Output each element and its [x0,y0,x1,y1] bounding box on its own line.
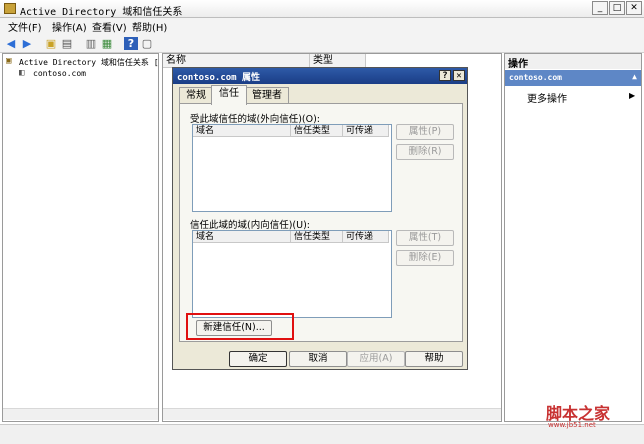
ad-root-icon: ▣ [6,56,12,66]
dialog-titlebar: contoso.com 属性 ? ✕ [173,68,467,84]
forward-arrow-icon[interactable]: ▶ [20,37,34,50]
tree-pane: ▣ Active Directory 域和信任关系 [ ◧ contoso.co… [2,53,159,422]
dialog-close-button[interactable]: ✕ [453,70,465,81]
dialog-title: contoso.com 属性 [177,73,261,83]
toolbar: ◀ ▶ ▣ ▤ ▥ ▦ ? ▢ [0,35,644,53]
menu-help[interactable]: 帮助(H) [132,19,167,34]
apply-button[interactable]: 应用(A) [347,351,405,367]
tab-trusts[interactable]: 信任 [211,85,247,105]
collapse-icon[interactable]: ▲ [632,72,637,81]
help-icon[interactable]: ? [124,37,138,50]
incoming-remove-button[interactable]: 删除(E) [396,250,454,266]
minimize-button[interactable]: _ [592,1,608,15]
domain-icon: ◧ [19,68,25,78]
incoming-trusts-list[interactable]: 域名 信任类型 可传递 [192,230,392,318]
outgoing-properties-button[interactable]: 属性(P) [396,124,454,140]
mmc-view-icon[interactable]: ▢ [140,37,154,50]
window-title: Active Directory 域和信任关系 [20,7,183,18]
menu-action[interactable]: 操作(A) [52,19,87,34]
tab-general[interactable]: 常规 [179,87,213,104]
incoming-trusts-label: 信任此域的域(内向信任)(U): [190,220,310,231]
show-tree-icon[interactable]: ▤ [60,37,74,50]
list-scrollbar[interactable] [163,408,501,420]
new-trust-highlight [186,313,294,340]
outgoing-trusts-label: 受此域信任的域(外向信任)(O): [190,114,321,125]
more-actions[interactable]: 更多操作 [527,90,567,105]
incoming-col-domain[interactable]: 域名 [193,231,291,243]
menu-view[interactable]: 查看(V) [92,19,127,34]
window-titlebar: Active Directory 域和信任关系 _ □ ✕ [0,0,644,18]
actions-pane: 操作 contoso.com ▲ 更多操作 ▶ [504,53,642,422]
submenu-arrow-icon: ▶ [629,91,636,100]
watermark-url: www.jb51.net [548,421,596,429]
tree-root[interactable]: Active Directory 域和信任关系 [ [19,57,159,68]
outgoing-col-transitive[interactable]: 可传递 [343,125,389,137]
actions-header: 操作 [505,54,641,70]
actions-section-label: contoso.com [509,73,562,82]
up-folder-icon[interactable]: ▣ [44,37,58,50]
tree-scrollbar[interactable] [3,408,158,420]
outgoing-trusts-list[interactable]: 域名 信任类型 可传递 [192,124,392,212]
help-button[interactable]: 帮助 [405,351,463,367]
close-button[interactable]: ✕ [626,1,642,15]
back-arrow-icon[interactable]: ◀ [4,37,18,50]
trusts-tab-panel: 受此域信任的域(外向信任)(O): 域名 信任类型 可传递 属性(P) 删除(R… [179,103,463,342]
incoming-col-transitive[interactable]: 可传递 [343,231,389,243]
outgoing-col-type[interactable]: 信任类型 [291,125,343,137]
tree-item-contoso[interactable]: contoso.com [33,69,86,78]
incoming-properties-button[interactable]: 属性(T) [396,230,454,246]
incoming-col-type[interactable]: 信任类型 [291,231,343,243]
column-type[interactable]: 类型 [310,54,366,68]
ok-button[interactable]: 确定 [229,351,287,367]
export-list-icon[interactable]: ▦ [100,37,114,50]
menu-bar: 文件(F) 操作(A) 查看(V) 帮助(H) [0,18,644,35]
properties-icon[interactable]: ▥ [84,37,98,50]
ad-domains-icon [4,3,16,14]
menu-file[interactable]: 文件(F) [8,19,42,34]
cancel-button[interactable]: 取消 [289,351,347,367]
tab-managed-by[interactable]: 管理者 [245,87,289,104]
maximize-button[interactable]: □ [609,1,625,15]
actions-section-contoso[interactable]: contoso.com ▲ [505,70,641,86]
dialog-help-button[interactable]: ? [439,70,451,81]
outgoing-remove-button[interactable]: 删除(R) [396,144,454,160]
column-name[interactable]: 名称 [163,54,310,68]
outgoing-col-domain[interactable]: 域名 [193,125,291,137]
